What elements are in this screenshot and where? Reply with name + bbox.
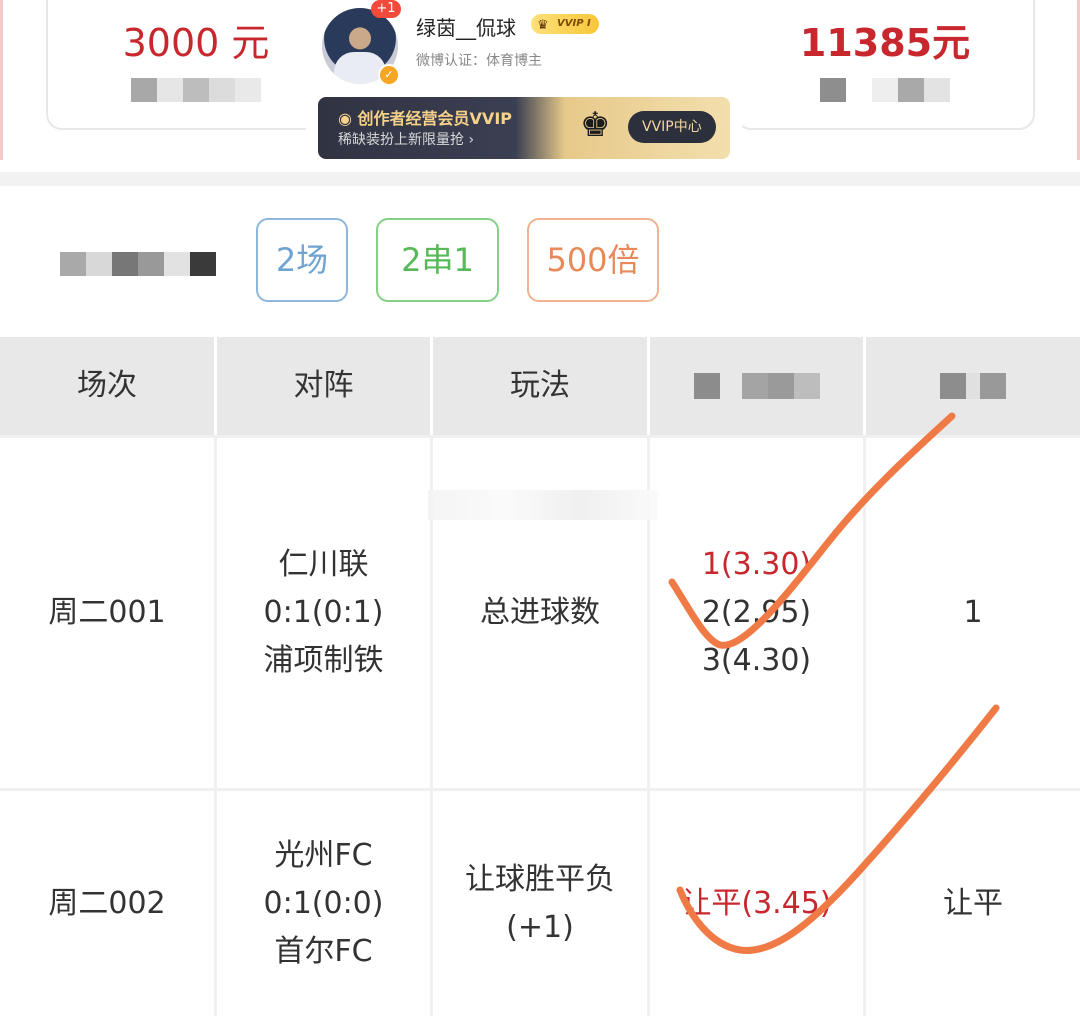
vvip-center-button[interactable]: VVIP中心 xyxy=(628,111,716,143)
weibo-logo-icon: ◉ xyxy=(338,109,352,128)
payout-amount-card: 11385元 xyxy=(735,0,1035,130)
away-team: 首尔FC xyxy=(274,933,373,969)
score: 0:1(0:1) xyxy=(263,595,384,630)
pick-option: 2(2.95) xyxy=(701,595,812,630)
header-play: 玩法 xyxy=(433,337,650,435)
match-cell: 光州FC 0:1(0:0) 首尔FC xyxy=(217,791,433,1016)
session-cell: 周二001 xyxy=(0,438,217,788)
tag-multiplier: 500倍 xyxy=(527,218,659,302)
bet-table: 场次 对阵 玩法 周二001 仁川联 0:1(0:1) 浦项制铁 总进球数 1(… xyxy=(0,337,1080,1016)
table-row: 周二001 仁川联 0:1(0:1) 浦项制铁 总进球数 1(3.30) 2(2… xyxy=(0,435,1080,788)
verification-text: 微博认证：体育博主 xyxy=(416,53,542,69)
table-row: 周二002 光州FC 0:1(0:0) 首尔FC 让球胜平负 (+1) 让平(3… xyxy=(0,788,1080,1016)
play-cell: 让球胜平负 (+1) xyxy=(433,791,650,1016)
payout-amount: 11385元 xyxy=(799,21,971,65)
play-type: 让球胜平负 xyxy=(465,861,615,897)
pick-option: 1(3.30) xyxy=(701,547,812,582)
picks-cell: 1(3.30) 2(2.95) 3(4.30) xyxy=(650,438,866,788)
tag-match-count: 2场 xyxy=(256,218,348,302)
header-session: 场次 xyxy=(0,337,217,435)
vvip-badge-label: VVIP I xyxy=(557,18,591,29)
crown-icon: ♚ xyxy=(580,105,611,145)
weibo-profile-overlay: +1 ✓ 绿茵__侃球 ♛ VVIP I 微博认证：体育博主 ◉ 创作者经营会员… xyxy=(306,0,742,160)
table-header: 场次 对阵 玩法 xyxy=(0,337,1080,435)
banner-title-text: 创作者经营会员VVIP xyxy=(357,109,512,128)
pick-option: 3(4.30) xyxy=(701,643,812,678)
handicap: (+1) xyxy=(506,909,574,945)
result-cell: 1 xyxy=(963,595,983,630)
away-team: 浦项制铁 xyxy=(263,643,384,678)
username[interactable]: 绿茵__侃球 xyxy=(416,12,516,41)
home-team: 光州FC xyxy=(274,837,373,873)
section-divider xyxy=(0,172,1080,186)
header-picks-blurred xyxy=(650,337,866,435)
blurred-label xyxy=(60,252,216,276)
blurred-label xyxy=(940,373,1006,399)
verified-icon: ✓ xyxy=(378,64,400,86)
banner-subtitle: 稀缺装扮上新限量抢 › xyxy=(338,132,475,148)
pick-option: 让平(3.45) xyxy=(681,885,832,921)
blurred-label xyxy=(737,78,1033,102)
vvip-badge[interactable]: ♛ VVIP I xyxy=(531,14,599,34)
banner-title: ◉ 创作者经营会员VVIP xyxy=(338,105,512,129)
picks-cell: 让平(3.45) xyxy=(650,791,866,1016)
bet-amount: 3000 元 xyxy=(122,21,270,65)
tag-parlay-type: 2串1 xyxy=(376,218,499,302)
bet-amount-card: 3000 元 xyxy=(46,0,346,130)
score: 0:1(0:0) xyxy=(263,885,384,921)
notification-badge: +1 xyxy=(371,0,401,18)
header-match: 对阵 xyxy=(217,337,433,435)
blurred-label xyxy=(693,373,820,399)
crown-icon: ♛ xyxy=(537,18,549,33)
blurred-watermark xyxy=(428,490,658,520)
result-cell: 让平 xyxy=(943,885,1003,921)
home-team: 仁川联 xyxy=(278,547,369,582)
match-cell: 仁川联 0:1(0:1) 浦项制铁 xyxy=(217,438,433,788)
vvip-promo-banner[interactable]: ◉ 创作者经营会员VVIP 稀缺装扮上新限量抢 › ♚ VVIP中心 xyxy=(318,97,730,159)
header-result-blurred xyxy=(866,337,1080,435)
session-cell: 周二002 xyxy=(0,791,217,1016)
blurred-label xyxy=(48,78,344,102)
